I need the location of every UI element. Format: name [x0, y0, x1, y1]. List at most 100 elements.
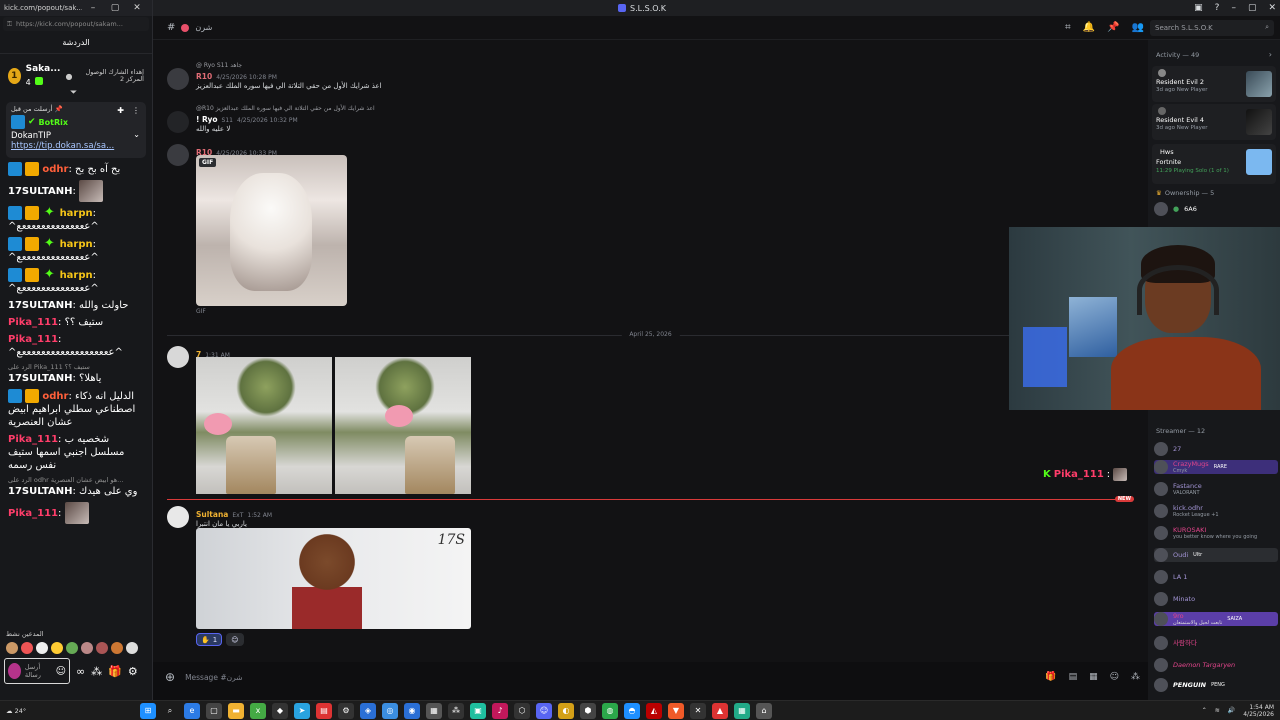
chat-username[interactable]: Pika_111: [8, 317, 58, 328]
chat-username[interactable]: 17SULTANH: [8, 486, 72, 497]
chat-username[interactable]: Pika_111: [8, 508, 58, 519]
member-item[interactable]: kick.odhr Rocket League +1: [1154, 504, 1278, 518]
member-item[interactable]: LA 1: [1154, 570, 1278, 584]
collapse-icon[interactable]: ⌄: [133, 130, 140, 139]
avatar[interactable]: [167, 506, 189, 528]
message-author[interactable]: Sultana: [196, 510, 228, 519]
activity-card[interactable]: Resident Evil 4 3d ago New Player: [1152, 104, 1276, 140]
minimize-icon[interactable]: –: [1231, 3, 1236, 13]
member-item[interactable]: Oudi Ultr: [1154, 548, 1278, 562]
info-icon[interactable]: ●: [65, 72, 72, 81]
tray-chevron-icon[interactable]: ⌃: [1202, 707, 1207, 714]
avatar[interactable]: [167, 346, 189, 368]
app-icon[interactable]: ▣: [470, 702, 486, 719]
inbox-icon[interactable]: ▣: [1194, 3, 1203, 13]
activity-card[interactable]: Hws Fortnite 11:29 Playing Solo (1 of 1): [1152, 144, 1276, 184]
chat-username[interactable]: 17SULTANH: [8, 373, 72, 384]
pinned-message[interactable]: 📌 أرسلت من قبل ✔ BotRix DokanTIP https:/…: [6, 102, 146, 158]
more-icon[interactable]: ⋮: [132, 106, 140, 115]
threads-icon[interactable]: ⌗: [1065, 22, 1071, 33]
member-item[interactable]: 9ro تابعت لحيل والاستمتعان SAIZA: [1154, 612, 1278, 626]
chevron-down-icon[interactable]: ⏷: [70, 88, 77, 98]
start-icon[interactable]: ⊞: [140, 702, 156, 719]
reaction-pill[interactable]: ✋ 1: [196, 633, 223, 646]
app-icon[interactable]: ◐: [558, 702, 574, 719]
chatter-avatar[interactable]: [66, 642, 78, 654]
avatar[interactable]: [167, 111, 189, 133]
weather-widget[interactable]: ☁ 24°: [6, 707, 26, 715]
chatter-avatar[interactable]: [51, 642, 63, 654]
brave-icon[interactable]: ▼: [668, 702, 684, 719]
chat-username[interactable]: harpn: [60, 239, 93, 250]
edge-icon[interactable]: e: [184, 702, 200, 719]
image-attachment[interactable]: [196, 357, 332, 494]
file-explorer-icon[interactable]: ▬: [228, 702, 244, 719]
volume-icon[interactable]: 🔊: [1228, 707, 1235, 714]
chrome-icon[interactable]: ◍: [602, 702, 618, 719]
wifi-icon[interactable]: ≋: [1215, 707, 1220, 714]
member-item[interactable]: ● 6A6: [1154, 202, 1278, 216]
clock[interactable]: 1:54 AM 4/25/2026: [1243, 704, 1274, 718]
xbox-icon[interactable]: x: [250, 702, 266, 719]
app-icon[interactable]: ⬢: [580, 702, 596, 719]
gift-icon[interactable]: 🎁: [108, 665, 122, 678]
add-reaction-button[interactable]: ☺: [226, 633, 244, 646]
settings-icon[interactable]: ⚙: [128, 665, 138, 678]
image-attachment[interactable]: [335, 357, 471, 494]
member-item[interactable]: 사람하다: [1154, 636, 1278, 650]
chat-username[interactable]: odhr: [42, 164, 68, 175]
help-icon[interactable]: ?: [1215, 3, 1220, 13]
search-input[interactable]: Search S.L.S.O.K ⌕: [1150, 19, 1274, 36]
member-item[interactable]: PENGUIN PENG: [1154, 678, 1278, 692]
pika-mention[interactable]: K Pika_111 :: [1043, 468, 1128, 481]
app-icon[interactable]: ▦: [734, 702, 750, 719]
kick-url-bar[interactable]: ⚿ https://kick.com/popout/sakam...: [3, 17, 149, 31]
message-composer[interactable]: ⊕ Message #شرن 🎁 ▤ ▦ ☺ ⁂: [165, 666, 1140, 688]
chatter-avatar[interactable]: [6, 642, 18, 654]
browser-icon[interactable]: ◓: [624, 702, 640, 719]
notification-bell-icon[interactable]: 🔔: [1083, 22, 1095, 33]
chatter-avatar[interactable]: [36, 642, 48, 654]
chatter-avatar[interactable]: [126, 642, 138, 654]
chatter-avatar[interactable]: [96, 642, 108, 654]
maximize-icon[interactable]: ▢: [1248, 3, 1257, 13]
app-icon[interactable]: ⬡: [514, 702, 530, 719]
avatar[interactable]: [167, 68, 189, 90]
member-item[interactable]: 27: [1154, 442, 1278, 456]
bot-name[interactable]: BotRix: [39, 118, 68, 127]
member-item[interactable]: Fastance VALORANT: [1154, 482, 1278, 496]
app-icon[interactable]: ◉: [404, 702, 420, 719]
telegram-icon[interactable]: ➤: [294, 702, 310, 719]
chat-username[interactable]: odhr: [42, 391, 68, 402]
message-author[interactable]: ! Ryo: [196, 115, 218, 124]
kick-points-icon[interactable]: ⁂: [91, 665, 102, 678]
app-icon[interactable]: ◎: [382, 702, 398, 719]
avatar[interactable]: [167, 144, 189, 166]
emoji-icon[interactable]: ☺: [1110, 672, 1119, 682]
emote-picker-icon[interactable]: ∞: [76, 665, 85, 678]
message-author[interactable]: R10: [196, 72, 212, 81]
gift-leaderboard[interactable]: 1 Saka... 4 ● إهداء الشارك الوصول المركز…: [0, 54, 152, 98]
gif-attachment[interactable]: GIF: [196, 155, 347, 306]
chat-username[interactable]: 17SULTANH: [8, 186, 72, 197]
gif-picker-icon[interactable]: ▤: [1069, 672, 1078, 682]
app-icon[interactable]: ▦: [426, 702, 442, 719]
discord-icon[interactable]: ☺: [536, 702, 552, 719]
member-item[interactable]: Minato: [1154, 592, 1278, 606]
app-icon[interactable]: ⌂: [756, 702, 772, 719]
chat-username[interactable]: harpn: [60, 270, 93, 281]
member-list-icon[interactable]: 👥: [1132, 22, 1144, 33]
chat-input[interactable]: أرسل رسالة ☺: [4, 658, 70, 684]
chatter-avatar[interactable]: [81, 642, 93, 654]
tiktok-icon[interactable]: ♪: [492, 702, 508, 719]
chatter-avatar[interactable]: [21, 642, 33, 654]
chat-username[interactable]: 17SULTANH: [8, 300, 72, 311]
pin-icon[interactable]: 📌: [1107, 22, 1119, 33]
chat-username[interactable]: Pika_111: [8, 334, 58, 345]
chevron-right-icon[interactable]: ›: [1269, 50, 1272, 59]
app-icon[interactable]: ▲: [712, 702, 728, 719]
apps-icon[interactable]: ⁂: [1131, 672, 1140, 682]
task-view-icon[interactable]: ▢: [206, 702, 222, 719]
maximize-icon[interactable]: ▢: [104, 3, 126, 13]
member-item[interactable]: Daemon Targaryen: [1154, 658, 1278, 672]
